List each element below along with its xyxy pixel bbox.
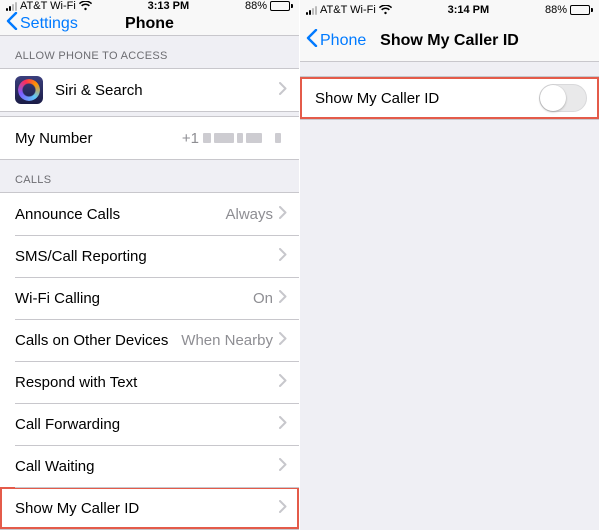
my-number-prefix: +1 (182, 130, 199, 147)
back-button[interactable]: Settings (6, 12, 78, 35)
nav-bar: Phone Show My Caller ID (300, 20, 599, 62)
row-calls-other-devices[interactable]: Calls on Other Devices When Nearby (0, 319, 299, 361)
siri-icon (15, 76, 43, 104)
screen-phone-settings: AT&T Wi-Fi 3:13 PM 88% Settings Phone AL… (0, 0, 300, 530)
chevron-right-icon (279, 248, 287, 265)
battery-icon (570, 5, 593, 15)
announce-label: Announce Calls (15, 206, 225, 223)
nav-bar: Settings Phone (0, 12, 299, 36)
other-label: Calls on Other Devices (15, 332, 181, 349)
chevron-right-icon (279, 374, 287, 391)
chevron-right-icon (279, 82, 287, 99)
back-button[interactable]: Phone (306, 29, 366, 52)
caller-id-toggle[interactable] (539, 84, 587, 112)
section-header-access: ALLOW PHONE TO ACCESS (0, 36, 299, 68)
row-siri-search[interactable]: Siri & Search (0, 69, 299, 111)
chevron-left-icon (306, 29, 318, 52)
respond-label: Respond with Text (15, 374, 279, 391)
carrier-label: AT&T Wi-Fi (20, 0, 76, 12)
chevron-right-icon (279, 458, 287, 475)
row-call-forwarding[interactable]: Call Forwarding (0, 403, 299, 445)
row-show-my-caller-id[interactable]: Show My Caller ID (0, 487, 299, 529)
screen-show-my-caller-id: AT&T Wi-Fi 3:14 PM 88% Phone Show My Cal… (300, 0, 600, 530)
chevron-right-icon (279, 416, 287, 433)
status-bar: AT&T Wi-Fi 3:13 PM 88% (0, 0, 299, 12)
toggle-label: Show My Caller ID (315, 90, 539, 107)
back-label: Phone (320, 32, 366, 50)
chevron-right-icon (279, 290, 287, 307)
back-label: Settings (20, 15, 78, 33)
status-bar: AT&T Wi-Fi 3:14 PM 88% (300, 0, 599, 20)
chevron-right-icon (279, 500, 287, 517)
section-header-calls: CALLS (0, 160, 299, 192)
row-wifi-calling[interactable]: Wi-Fi Calling On (0, 277, 299, 319)
sms-label: SMS/Call Reporting (15, 248, 279, 265)
other-value: When Nearby (181, 332, 273, 349)
siri-label: Siri & Search (55, 82, 279, 99)
wifi-value: On (253, 290, 273, 307)
forward-label: Call Forwarding (15, 416, 279, 433)
chevron-right-icon (279, 332, 287, 349)
battery-pct: 88% (245, 0, 267, 12)
status-time: 3:14 PM (448, 4, 490, 16)
my-number-label: My Number (15, 130, 182, 147)
wifi-label: Wi-Fi Calling (15, 290, 253, 307)
status-time: 3:13 PM (148, 0, 190, 12)
signal-icon (6, 2, 17, 11)
chevron-right-icon (279, 206, 287, 223)
chevron-left-icon (6, 12, 18, 35)
row-call-waiting[interactable]: Call Waiting (0, 445, 299, 487)
callerid-label: Show My Caller ID (15, 500, 279, 517)
row-respond-with-text[interactable]: Respond with Text (0, 361, 299, 403)
signal-icon (306, 6, 317, 15)
row-my-number[interactable]: My Number +1 (0, 117, 299, 159)
row-sms-reporting[interactable]: SMS/Call Reporting (0, 235, 299, 277)
row-show-my-caller-id-toggle[interactable]: Show My Caller ID (300, 77, 599, 119)
battery-icon (270, 1, 293, 11)
battery-pct: 88% (545, 4, 567, 16)
carrier-label: AT&T Wi-Fi (320, 4, 376, 16)
waiting-label: Call Waiting (15, 458, 279, 475)
my-number-redacted (203, 133, 281, 143)
row-announce-calls[interactable]: Announce Calls Always (0, 193, 299, 235)
announce-value: Always (225, 206, 273, 223)
wifi-icon (379, 5, 392, 15)
wifi-icon (79, 1, 92, 11)
